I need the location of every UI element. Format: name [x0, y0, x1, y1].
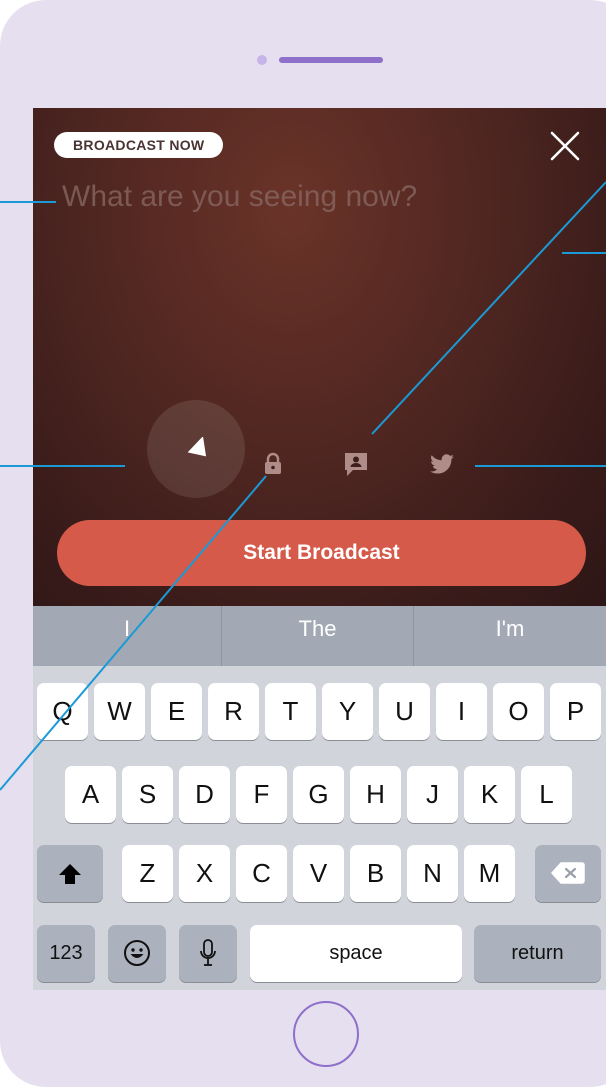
private-toggle-button[interactable] [261, 452, 285, 476]
prediction-item[interactable]: I [33, 606, 221, 666]
speaker-grille [279, 57, 383, 63]
key[interactable]: Z [122, 845, 173, 902]
key[interactable]: U [379, 683, 430, 740]
phone-screen: BROADCAST NOW What are you seeing now? S… [33, 108, 606, 990]
key[interactable]: Y [322, 683, 373, 740]
key[interactable]: M [464, 845, 515, 902]
key[interactable]: O [493, 683, 544, 740]
chat-bubble-person-icon [345, 453, 367, 476]
key[interactable]: K [464, 766, 515, 823]
twitter-bird-icon [430, 454, 454, 474]
backspace-key[interactable] [535, 845, 601, 902]
emoji-icon [124, 940, 150, 966]
key[interactable]: I [436, 683, 487, 740]
shift-key[interactable] [37, 845, 103, 902]
phone-frame: BROADCAST NOW What are you seeing now? S… [0, 0, 606, 1087]
camera-dot [257, 55, 267, 65]
key[interactable]: V [293, 845, 344, 902]
chat-toggle-button[interactable] [342, 450, 370, 478]
key[interactable]: P [550, 683, 601, 740]
key[interactable]: J [407, 766, 458, 823]
return-key[interactable]: return [474, 925, 601, 982]
key[interactable]: G [293, 766, 344, 823]
home-button[interactable] [293, 1001, 359, 1067]
key[interactable]: F [236, 766, 287, 823]
predictive-text-bar: I The I'm [33, 606, 606, 666]
numbers-key[interactable]: 123 [37, 925, 95, 982]
key[interactable]: Q [37, 683, 88, 740]
close-button[interactable] [545, 126, 585, 166]
location-arrow-icon [187, 437, 207, 457]
space-key[interactable]: space [250, 925, 462, 982]
prediction-item[interactable]: The [222, 606, 413, 666]
location-toggle-button[interactable] [147, 400, 245, 498]
key[interactable]: E [151, 683, 202, 740]
key[interactable]: C [236, 845, 287, 902]
backspace-icon [551, 862, 585, 884]
key[interactable]: S [122, 766, 173, 823]
key[interactable]: W [94, 683, 145, 740]
key[interactable]: N [407, 845, 458, 902]
emoji-key[interactable] [108, 925, 166, 982]
camera-preview: BROADCAST NOW What are you seeing now? S… [33, 108, 606, 606]
key[interactable]: D [179, 766, 230, 823]
key[interactable]: H [350, 766, 401, 823]
key[interactable]: X [179, 845, 230, 902]
broadcast-title-input[interactable]: What are you seeing now? [62, 180, 417, 214]
key[interactable]: T [265, 683, 316, 740]
close-icon [550, 131, 580, 161]
key[interactable]: R [208, 683, 259, 740]
key[interactable]: L [521, 766, 572, 823]
keyboard: Q W E R T Y U I O P A S D F G H J K L Z [33, 666, 606, 990]
shift-arrow-icon [59, 864, 81, 884]
microphone-icon [200, 939, 216, 966]
lock-icon [265, 452, 281, 474]
broadcast-now-badge: BROADCAST NOW [54, 132, 224, 158]
key[interactable]: A [65, 766, 116, 823]
key[interactable]: B [350, 845, 401, 902]
microphone-key[interactable] [179, 925, 237, 982]
twitter-share-button[interactable] [429, 454, 455, 476]
prediction-item[interactable]: I'm [414, 606, 606, 666]
start-broadcast-button[interactable]: Start Broadcast [57, 520, 586, 586]
